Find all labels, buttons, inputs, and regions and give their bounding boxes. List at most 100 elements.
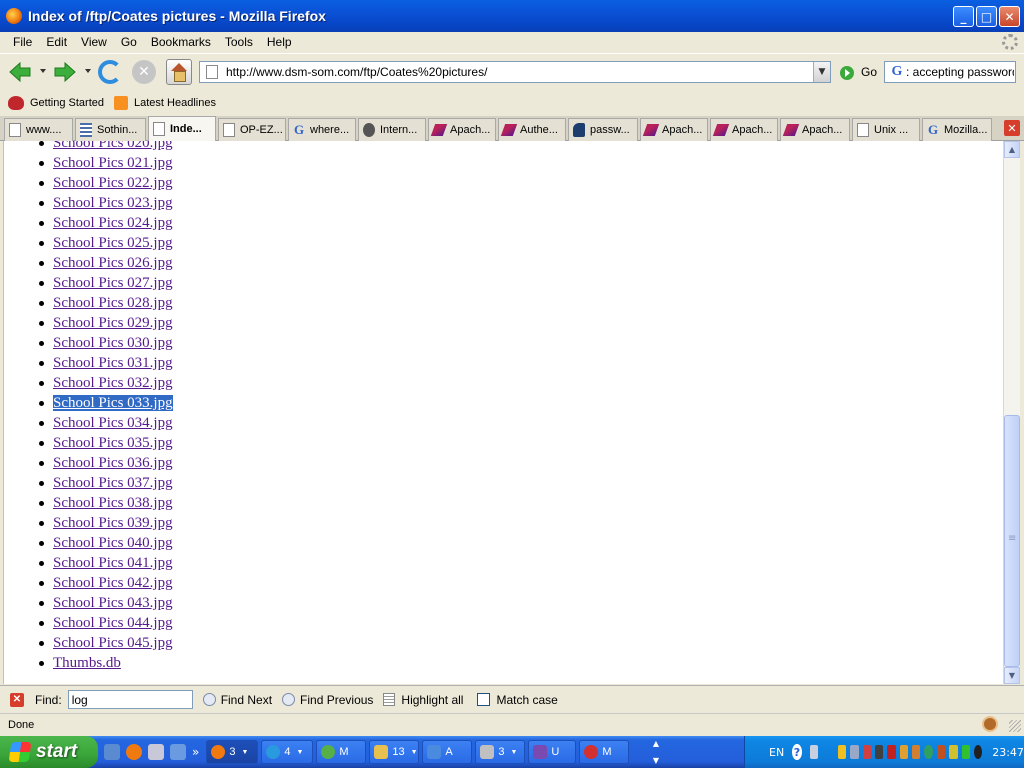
tab-6[interactable]: Intern... [358, 118, 426, 141]
back-arrow-icon[interactable] [8, 60, 32, 84]
file-link[interactable]: School Pics 035.jpg [53, 435, 173, 451]
task-app-m[interactable]: M [579, 740, 630, 764]
task-folders-group[interactable]: 13 ▼ [369, 740, 420, 764]
task-app-a[interactable]: A [422, 740, 473, 764]
quicklaunch-desktop-icon[interactable] [148, 744, 164, 760]
vertical-scrollbar[interactable]: ▲ ▼ [1003, 141, 1020, 684]
url-dropdown-icon[interactable]: ▼ [813, 62, 830, 82]
file-link[interactable]: School Pics 026.jpg [53, 255, 173, 271]
file-link[interactable]: Thumbs.db [53, 655, 121, 671]
tray-settings-icon[interactable] [809, 745, 819, 759]
tab-4[interactable]: OP-EZ... [218, 118, 286, 141]
task-firefox-group[interactable]: 3 ▼ [206, 740, 259, 764]
language-indicator[interactable]: EN [769, 746, 784, 759]
bookmark-latest-headlines[interactable]: Latest Headlines [114, 96, 216, 110]
network-disconnected-icon[interactable] [862, 745, 872, 759]
file-link[interactable]: School Pics 040.jpg [53, 535, 173, 551]
file-link[interactable]: School Pics 027.jpg [53, 275, 173, 291]
file-link[interactable]: School Pics 038.jpg [53, 495, 173, 511]
file-link[interactable]: School Pics 029.jpg [53, 315, 173, 331]
file-link[interactable]: School Pics 024.jpg [53, 215, 173, 231]
file-link[interactable]: School Pics 032.jpg [53, 375, 173, 391]
tab-3-active[interactable]: Inde... [148, 116, 216, 141]
tab-9[interactable]: passw... [568, 118, 638, 141]
go-icon[interactable] [840, 66, 854, 80]
file-link[interactable]: School Pics 042.jpg [53, 575, 173, 591]
match-case-label[interactable]: Match case [496, 693, 557, 707]
taskbar-scroll-down-icon[interactable]: ▼ [653, 756, 659, 765]
find-next-button[interactable]: Find Next [202, 693, 272, 707]
scroll-up-icon[interactable]: ▲ [1004, 141, 1020, 158]
quicklaunch-firefox-icon[interactable] [126, 744, 142, 760]
scrollbar-thumb[interactable] [1004, 415, 1020, 667]
task-console-group[interactable]: 3 ▼ [475, 740, 526, 764]
tool-icon[interactable] [912, 745, 921, 759]
menu-help[interactable]: Help [260, 35, 299, 49]
file-link[interactable]: School Pics 037.jpg [53, 475, 173, 491]
tab-5[interactable]: Gwhere... [288, 118, 356, 141]
file-link[interactable]: School Pics 025.jpg [53, 235, 173, 251]
flag-icon[interactable] [887, 745, 896, 759]
task-app-u[interactable]: U [528, 740, 577, 764]
tab-7[interactable]: Apach... [428, 118, 496, 141]
file-link[interactable]: School Pics 039.jpg [53, 515, 173, 531]
file-link[interactable]: School Pics 044.jpg [53, 615, 173, 631]
file-link[interactable]: School Pics 034.jpg [53, 415, 173, 431]
search-bar[interactable]: G [884, 61, 1016, 83]
file-link[interactable]: School Pics 020.jpg [53, 141, 173, 151]
url-input[interactable] [226, 65, 806, 79]
find-previous-button[interactable]: Find Previous [282, 693, 373, 707]
menu-go[interactable]: Go [114, 35, 144, 49]
quicklaunch-explorer-icon[interactable] [104, 744, 120, 760]
antivirus-icon[interactable] [936, 745, 946, 759]
tab-8[interactable]: Authe... [498, 118, 566, 141]
menu-bookmarks[interactable]: Bookmarks [144, 35, 218, 49]
go-button[interactable]: Go [861, 65, 877, 79]
tab-1[interactable]: www.... [4, 118, 73, 141]
taskbar-scroll[interactable]: ▲ ▼ [650, 739, 662, 765]
find-input[interactable] [67, 690, 193, 709]
menu-view[interactable]: View [74, 35, 114, 49]
file-link[interactable]: School Pics 030.jpg [53, 335, 173, 351]
close-tab-icon[interactable]: ✕ [1004, 120, 1020, 136]
forward-arrow-icon[interactable] [53, 60, 77, 84]
reload-icon[interactable] [98, 60, 122, 84]
back-dropdown-icon[interactable] [40, 69, 46, 73]
window-titlebar[interactable]: Index of /ftp/Coates pictures - Mozilla … [0, 0, 1024, 32]
audio-icon[interactable] [899, 745, 909, 759]
tab-10[interactable]: Apach... [640, 118, 708, 141]
stop-icon[interactable]: ✕ [132, 60, 156, 84]
menu-edit[interactable]: Edit [39, 35, 74, 49]
google-search-icon[interactable]: G [888, 64, 906, 80]
scroll-down-icon[interactable]: ▼ [1004, 667, 1020, 684]
status-green-icon[interactable] [961, 745, 970, 759]
taskbar-scroll-up-icon[interactable]: ▲ [653, 739, 659, 748]
close-icon[interactable]: ✕ [999, 6, 1020, 27]
file-link[interactable]: School Pics 023.jpg [53, 195, 173, 211]
file-link[interactable]: School Pics 041.jpg [53, 555, 173, 571]
greasemonkey-icon[interactable] [982, 716, 998, 732]
file-link[interactable]: School Pics 045.jpg [53, 635, 173, 651]
file-link-selected[interactable]: School Pics 033.jpg [53, 395, 173, 411]
maximize-icon[interactable]: □ [976, 6, 997, 27]
task-skype-group[interactable]: 4 ▼ [261, 740, 314, 764]
file-link[interactable]: School Pics 031.jpg [53, 355, 173, 371]
quicklaunch-more-icon[interactable]: » [192, 745, 199, 759]
tab-2[interactable]: Sothin... [75, 118, 146, 141]
security-shield-icon[interactable] [838, 745, 847, 759]
start-button[interactable]: start [0, 736, 98, 768]
highlight-all-button[interactable]: Highlight all [383, 693, 463, 707]
search-input[interactable] [906, 65, 1014, 79]
match-case-checkbox[interactable] [477, 693, 491, 706]
power-icon[interactable] [949, 745, 958, 759]
file-link[interactable]: School Pics 028.jpg [53, 295, 173, 311]
quicklaunch-app-icon[interactable] [170, 744, 186, 760]
menu-file[interactable]: File [6, 35, 39, 49]
tab-14[interactable]: G Mozilla... [922, 118, 992, 141]
resize-grip-icon[interactable] [1009, 720, 1021, 732]
tab-13[interactable]: Unix ... [852, 118, 920, 141]
tab-11[interactable]: Apach... [710, 118, 778, 141]
menu-tools[interactable]: Tools [218, 35, 260, 49]
forward-dropdown-icon[interactable] [85, 69, 91, 73]
task-messenger[interactable]: M [316, 740, 367, 764]
